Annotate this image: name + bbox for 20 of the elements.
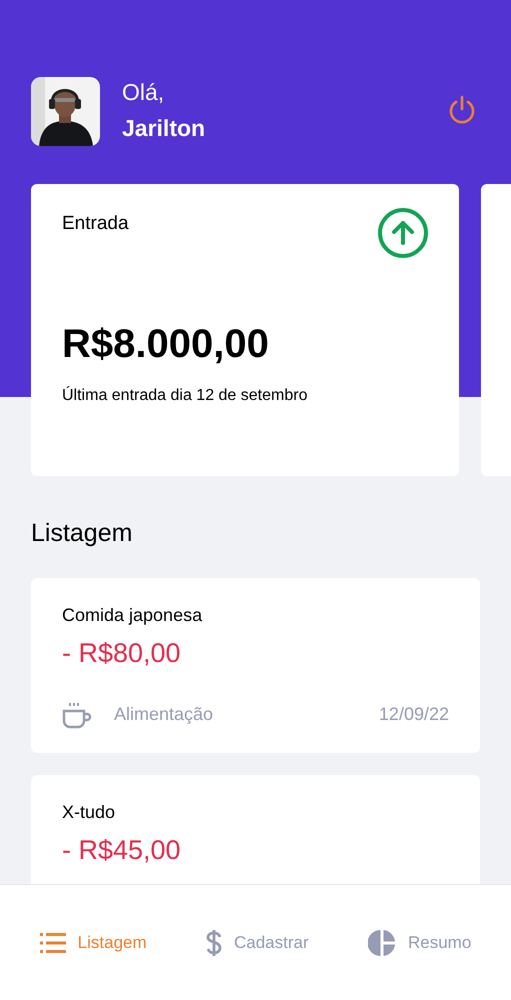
transaction-date: 12/09/22 <box>378 703 449 726</box>
card-note: Última entrada dia 12 de setembro <box>62 385 308 406</box>
nav-tab[interactable]: Resumo <box>368 928 472 956</box>
greeting-text: Olá, <box>122 78 166 107</box>
nav-tab[interactable]: Cadastrar <box>206 928 309 956</box>
card-amount: R$8.000,00 <box>62 321 270 368</box>
pie-chart-icon <box>368 928 396 956</box>
category-label: Alimentação <box>114 703 214 726</box>
section-title: Listagem <box>30 518 134 549</box>
transaction-title: Comida japonesa <box>62 604 204 627</box>
transaction-amount: - R$45,00 <box>62 834 182 867</box>
nav-tab[interactable]: Listagem <box>40 930 147 956</box>
dollar-icon <box>206 928 222 956</box>
arrow-up-circle-icon <box>377 207 429 259</box>
cup-icon <box>62 700 92 728</box>
card-title: Entrada <box>62 212 129 236</box>
transaction-title: X-tudo <box>62 801 116 824</box>
list-icon <box>40 932 66 954</box>
user-name: Jarilton <box>122 114 206 143</box>
transaction-amount: - R$80,00 <box>62 637 182 670</box>
